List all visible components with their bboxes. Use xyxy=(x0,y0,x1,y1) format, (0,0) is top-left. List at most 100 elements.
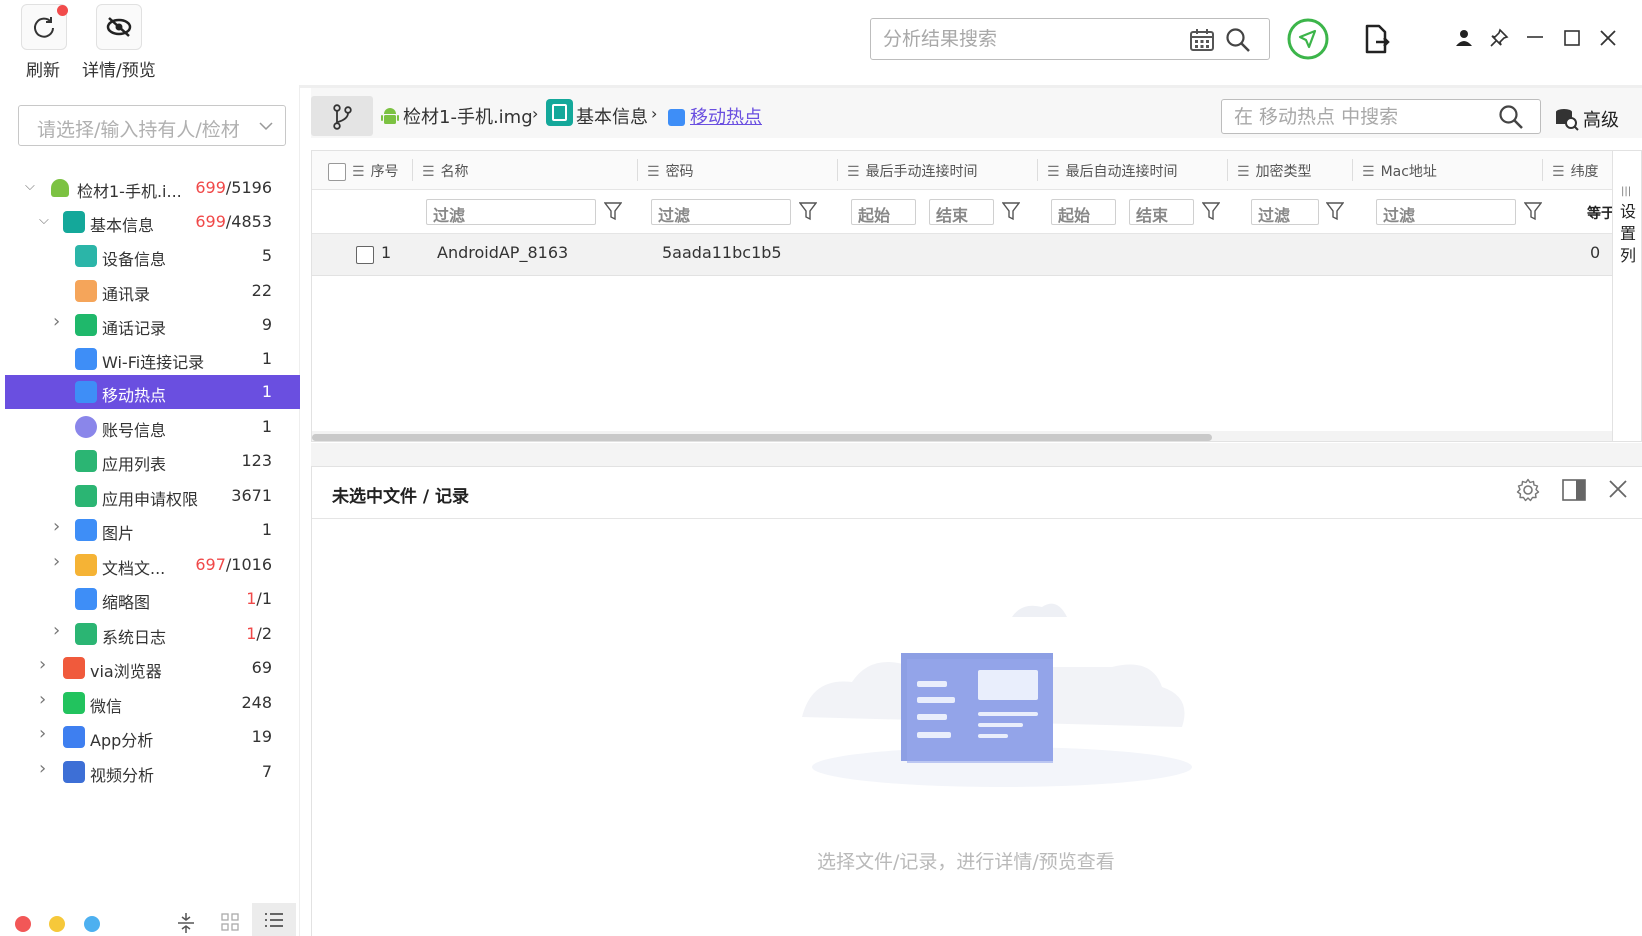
chevron-right-icon[interactable]: › xyxy=(39,723,53,744)
tree-item[interactable]: 缩略图 1/1 xyxy=(5,582,300,616)
eye-off-icon xyxy=(106,17,132,37)
search-icon[interactable] xyxy=(1225,27,1251,53)
tree-item-count: 248 xyxy=(241,693,272,712)
filter-encryption[interactable]: 过滤 xyxy=(1251,199,1319,225)
yellow-status-dot[interactable] xyxy=(49,916,65,932)
column-header-password[interactable]: ☰ 密码 xyxy=(647,161,694,181)
chevron-right-icon[interactable]: › xyxy=(53,551,67,572)
tree-item[interactable]: › 微信 248 xyxy=(5,686,300,720)
tree-item-count: 697/1016 xyxy=(195,555,272,574)
tree-item[interactable]: 账号信息 1 xyxy=(5,410,300,444)
filter-latitude-equals[interactable]: 等于 xyxy=(1587,203,1615,223)
select-all-checkbox[interactable] xyxy=(328,163,346,181)
settings-column-strip[interactable]: ||| 设置列 xyxy=(1612,151,1641,441)
empty-state-illustration xyxy=(802,603,1192,787)
path-search-input[interactable] xyxy=(1234,104,1484,130)
column-header-latitude[interactable]: ☰ 纬度 xyxy=(1552,161,1599,181)
grid-view-icon[interactable] xyxy=(221,913,239,931)
breadcrumb-item-evidence[interactable]: 检材1-手机.img xyxy=(403,103,533,129)
global-search-box[interactable] xyxy=(870,18,1270,60)
tree-item-count: 9 xyxy=(261,315,272,334)
tree-item[interactable]: › 图片 1 xyxy=(5,513,300,547)
filter-icon[interactable] xyxy=(1524,201,1542,221)
chevron-down-icon[interactable]: ⌵ xyxy=(25,179,39,195)
chevron-right-icon[interactable]: › xyxy=(53,620,67,641)
path-search-box[interactable] xyxy=(1221,99,1541,134)
chevron-right-icon[interactable]: › xyxy=(39,654,53,675)
filter-icon[interactable] xyxy=(1326,201,1344,221)
chevron-right-icon[interactable]: › xyxy=(53,311,67,332)
horizontal-scrollbar-thumb[interactable] xyxy=(312,434,1212,441)
tree-item[interactable]: 应用列表 123 xyxy=(5,444,300,478)
tree-item[interactable]: 移动热点 1 xyxy=(5,375,300,409)
filter-manual-end[interactable]: 结束 xyxy=(929,199,994,225)
filter-auto-end[interactable]: 结束 xyxy=(1129,199,1194,225)
tree-item-label: 检材1-手机.i... xyxy=(77,182,182,201)
collapse-icon[interactable] xyxy=(176,911,196,935)
chevron-right-icon[interactable]: › xyxy=(39,758,53,779)
column-header-last-auto-time[interactable]: ☰ 最后自动连接时间 xyxy=(1047,161,1178,181)
blue-status-dot[interactable] xyxy=(84,916,100,932)
breadcrumb-item-hotspot[interactable]: 移动热点 xyxy=(690,103,762,129)
tree-item[interactable]: Wi-Fi连接记录 1 xyxy=(5,342,300,376)
branch-button[interactable] xyxy=(311,96,373,136)
filter-password[interactable]: 过滤 xyxy=(651,199,791,225)
tree-item[interactable]: › via浏览器 69 xyxy=(5,651,300,685)
advanced-search-button[interactable]: 高级 xyxy=(1553,103,1642,133)
row-checkbox[interactable] xyxy=(356,246,374,264)
column-header-index[interactable]: ☰ 序号 xyxy=(352,161,399,181)
row-name: AndroidAP_8163 xyxy=(437,243,569,262)
detail-preview-button[interactable] xyxy=(96,4,142,50)
list-view-button[interactable] xyxy=(252,903,296,936)
maximize-icon[interactable] xyxy=(1563,29,1581,47)
column-header-encryption[interactable]: ☰ 加密类型 xyxy=(1237,161,1312,181)
android-icon xyxy=(51,179,69,197)
filter-auto-start[interactable]: 起始 xyxy=(1051,199,1116,225)
filter-manual-start[interactable]: 起始 xyxy=(851,199,916,225)
search-icon[interactable] xyxy=(1498,104,1524,130)
tree-item[interactable]: › App分析 19 xyxy=(5,720,300,754)
tree-item-label: 视频分析 xyxy=(90,766,155,785)
chevron-right-icon[interactable]: › xyxy=(53,516,67,537)
tree-item-label: 系统日志 xyxy=(102,628,167,647)
column-header-name[interactable]: ☰ 名称 xyxy=(422,161,469,181)
panel-splitter[interactable] xyxy=(311,443,1642,466)
export-icon[interactable] xyxy=(1364,24,1390,54)
send-status-icon[interactable] xyxy=(1286,17,1330,61)
tree-item[interactable]: › 系统日志 1/2 xyxy=(5,617,300,651)
filter-icon[interactable] xyxy=(1002,201,1020,221)
pin-icon[interactable] xyxy=(1489,28,1509,48)
user-icon[interactable] xyxy=(1455,29,1473,47)
chevron-right-icon[interactable]: › xyxy=(39,689,53,710)
column-header-mac[interactable]: ☰ Mac地址 xyxy=(1362,161,1437,181)
chevron-down-icon[interactable]: ⌵ xyxy=(39,213,53,229)
horizontal-scrollbar-track[interactable] xyxy=(312,431,1612,441)
tree-item[interactable]: › 文档文... 697/1016 xyxy=(5,548,300,582)
gear-icon[interactable] xyxy=(1516,478,1540,502)
filter-icon[interactable] xyxy=(1202,201,1220,221)
tree-item[interactable]: 设备信息 5 xyxy=(5,239,300,273)
tree-item[interactable]: 通讯录 22 xyxy=(5,274,300,308)
owner-select[interactable]: 请选择/输入持有人/检材 xyxy=(18,105,286,146)
settings-column-label: 设置列 xyxy=(1620,202,1637,265)
tree-item[interactable]: › 通话记录 9 xyxy=(5,308,300,342)
tree-item[interactable]: ⌵ 检材1-手机.i... 699/5196 xyxy=(5,171,300,205)
close-window-icon[interactable] xyxy=(1599,29,1617,47)
tree-item[interactable]: ⌵ 基本信息 699/4853 xyxy=(5,205,300,239)
detail-title: 未选中文件 / 记录 xyxy=(332,487,470,507)
filter-icon[interactable] xyxy=(799,201,817,221)
filter-icon[interactable] xyxy=(604,201,622,221)
split-panel-icon[interactable] xyxy=(1562,479,1586,501)
tree-item[interactable]: › 视频分析 7 xyxy=(5,755,300,789)
owner-select-placeholder: 请选择/输入持有人/检材 xyxy=(37,119,240,141)
breadcrumb-item-basic-info[interactable]: 基本信息 xyxy=(576,103,648,129)
minimize-icon[interactable] xyxy=(1526,28,1544,46)
close-panel-icon[interactable] xyxy=(1608,479,1628,499)
column-header-last-manual-time[interactable]: ☰ 最后手动连接时间 xyxy=(847,161,978,181)
global-search-input[interactable] xyxy=(883,25,1183,53)
filter-mac[interactable]: 过滤 xyxy=(1376,199,1516,225)
calendar-icon[interactable] xyxy=(1189,28,1215,52)
filter-name[interactable]: 过滤 xyxy=(426,199,596,225)
red-status-dot[interactable] xyxy=(15,916,31,932)
tree-item[interactable]: 应用申请权限 3671 xyxy=(5,479,300,513)
